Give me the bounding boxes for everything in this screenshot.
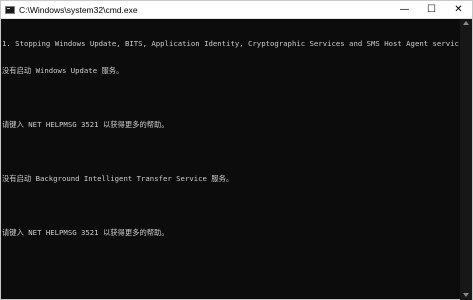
cmd-window: C:\Windows\system32\cmd.exe — ☐ ✕ 1. Sto… bbox=[0, 0, 473, 300]
maximize-button[interactable]: ☐ bbox=[418, 1, 445, 18]
scroll-up-icon[interactable] bbox=[463, 21, 469, 25]
window-title: C:\Windows\system32\cmd.exe bbox=[19, 4, 138, 15]
title-bar[interactable]: C:\Windows\system32\cmd.exe — ☐ ✕ bbox=[1, 1, 472, 19]
console-line: 没有启动 Windows Update 服务。 bbox=[2, 66, 124, 75]
console-line: 1. Stopping Windows Update, BITS, Applic… bbox=[2, 39, 459, 48]
close-button[interactable]: ✕ bbox=[445, 1, 472, 18]
console-output[interactable]: 1. Stopping Windows Update, BITS, Applic… bbox=[1, 19, 459, 299]
minimize-button[interactable]: — bbox=[391, 1, 418, 18]
cmd-icon bbox=[5, 5, 15, 14]
console-line: 请键入 NET HELPMSG 3521 以获得更多的帮助。 bbox=[2, 120, 169, 129]
scroll-down-icon[interactable] bbox=[463, 293, 469, 297]
window-controls: — ☐ ✕ bbox=[391, 1, 472, 18]
console-line: 请键入 NET HELPMSG 3521 以获得更多的帮助。 bbox=[2, 228, 169, 237]
vertical-scrollbar[interactable] bbox=[460, 19, 472, 300]
console-line: 没有启动 Background Intelligent Transfer Ser… bbox=[2, 174, 234, 183]
